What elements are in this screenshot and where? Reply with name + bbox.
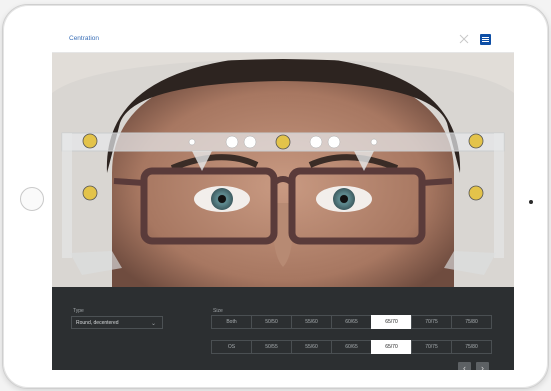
size-option[interactable]: 55/60 [291, 315, 332, 329]
settings-panel: Type Round, decentered ⌄ Size Both 50/50… [52, 287, 514, 370]
type-dropdown-value: Round, decentered [76, 320, 119, 326]
size-option[interactable]: 60/65 [331, 340, 372, 354]
app-title: Centration [69, 35, 99, 42]
camera-dot [529, 200, 533, 204]
size-option[interactable]: 50/50 [251, 315, 292, 329]
app-header: Centration [52, 27, 514, 53]
next-button[interactable]: › [476, 362, 489, 370]
prev-button[interactable]: ‹ [458, 362, 471, 370]
size-row-label: OS [211, 340, 252, 354]
type-dropdown[interactable]: Round, decentered ⌄ [71, 316, 163, 329]
size-option[interactable]: 60/65 [331, 315, 372, 329]
size-option[interactable]: 50/55 [251, 340, 292, 354]
size-row-os: OS 50/55 55/60 60/65 65/70 70/75 75/80 [211, 340, 492, 354]
close-icon[interactable] [457, 32, 471, 46]
size-row-label: Both [211, 315, 252, 329]
size-label: Size [213, 308, 223, 314]
face-photo [52, 53, 514, 287]
size-option[interactable]: 70/75 [411, 315, 452, 329]
size-option[interactable]: 75/80 [451, 315, 492, 329]
size-option-selected[interactable]: 65/70 [371, 315, 412, 329]
size-option[interactable]: 55/60 [291, 340, 332, 354]
size-option-selected[interactable]: 65/70 [371, 340, 412, 354]
size-option[interactable]: 70/75 [411, 340, 452, 354]
chevron-down-icon: ⌄ [150, 321, 156, 327]
size-option[interactable]: 75/80 [451, 340, 492, 354]
size-row-both: Both 50/50 55/60 60/65 65/70 70/75 75/80 [211, 315, 492, 329]
brand-logo [480, 34, 491, 45]
app-screen: Centration Type Round, decentered ⌄ Size… [52, 27, 514, 370]
type-label: Type [73, 308, 84, 314]
home-button[interactable] [20, 187, 44, 211]
